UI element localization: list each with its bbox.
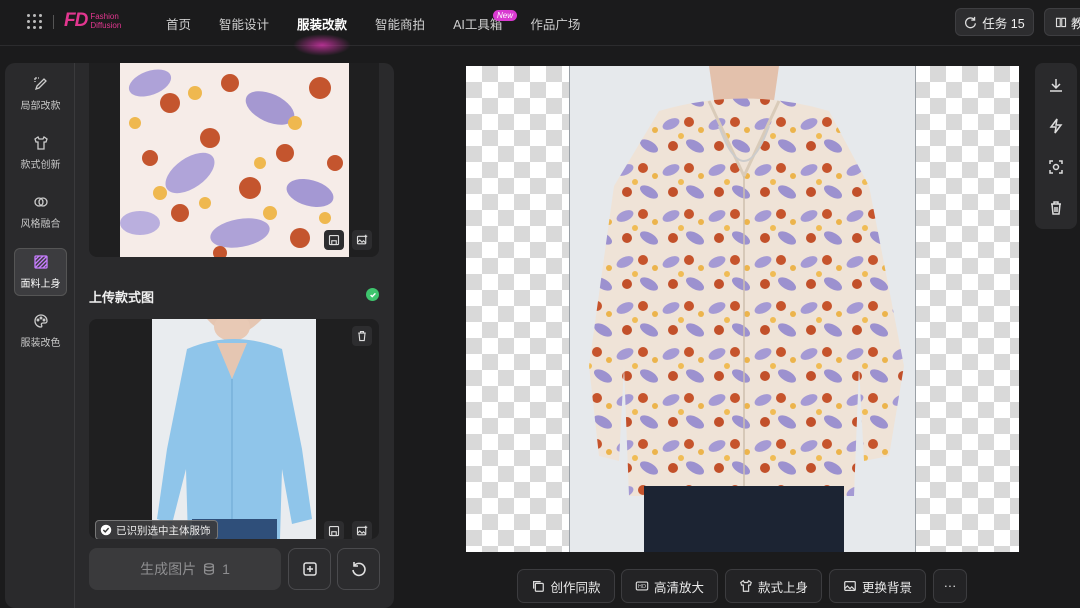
- tutorial-label: 教: [1071, 16, 1080, 31]
- replace-pattern-button[interactable]: [352, 230, 372, 250]
- logo-mark: FD: [64, 10, 88, 31]
- upload-style-title: 上传款式图: [89, 290, 155, 305]
- sidebar-item-label: 风格融合: [20, 219, 61, 230]
- nav-home[interactable]: 首页: [166, 14, 191, 33]
- style-try-on-label: 款式上身: [757, 580, 808, 595]
- batch-add-button[interactable]: [288, 548, 331, 590]
- shirt-icon: [740, 579, 752, 592]
- image-add-icon: [356, 234, 368, 245]
- blend-icon: [33, 197, 48, 207]
- checkbox-icon: [100, 524, 112, 536]
- add-layer-icon: [302, 562, 317, 576]
- nav-garment-restyle[interactable]: 服装改款: [293, 14, 352, 56]
- hd-upscale-button[interactable]: HD 高清放大: [621, 569, 718, 603]
- replace-style-button[interactable]: [352, 521, 372, 539]
- more-icon: ···: [943, 579, 957, 593]
- lightning-icon: [1049, 118, 1063, 134]
- task-button[interactable]: 任务 15: [955, 8, 1034, 36]
- result-canvas[interactable]: [466, 66, 1019, 552]
- check-icon: [366, 288, 379, 301]
- create-similar-label: 创作同款: [550, 580, 601, 595]
- left-panel: 局部改款 款式创新 风格融合 面料上身 服装改色 上传款式图 已识别选中主体服饰…: [5, 63, 394, 608]
- download-button[interactable]: [1046, 75, 1066, 95]
- apps-grid-icon[interactable]: [27, 14, 43, 30]
- divider: [53, 15, 54, 29]
- delete-style-button[interactable]: [352, 326, 372, 346]
- replace-background-label: 更换背景: [861, 580, 912, 595]
- image-add-icon: [356, 525, 368, 536]
- task-label: 任务 15: [982, 16, 1025, 31]
- logo[interactable]: FD Fashion Diffusion: [64, 10, 121, 32]
- sidebar-item-label: 局部改款: [20, 101, 61, 112]
- reset-button[interactable]: [337, 548, 380, 590]
- save-pattern-button[interactable]: [324, 230, 344, 250]
- detect-button[interactable]: [1046, 157, 1066, 177]
- sidebar-item-label: 面料上身: [20, 279, 61, 290]
- main-nav: 首页 智能设计 服装改款 智能商拍 AI工具箱 作品广场: [166, 0, 608, 56]
- sidebar-item-label: 款式创新: [20, 160, 61, 171]
- save-icon: [328, 234, 340, 246]
- edit-icon: [33, 77, 47, 91]
- recognized-subject-tag[interactable]: 已识别选中主体服饰: [95, 520, 218, 539]
- save-icon: [328, 525, 340, 537]
- canvas-toolbar: [1035, 63, 1077, 229]
- image-icon: [844, 581, 856, 591]
- tutorial-button[interactable]: 教: [1044, 8, 1080, 36]
- trash-icon: [358, 330, 366, 342]
- new-badge: New: [493, 10, 518, 21]
- floral-fabric-image[interactable]: [120, 63, 349, 257]
- logo-text: Fashion Diffusion: [90, 12, 122, 30]
- sidebar-item-style-fusion[interactable]: 风格融合: [14, 188, 67, 236]
- palette-icon: [33, 314, 48, 328]
- fabric-pattern-card: [89, 63, 379, 257]
- replace-background-button[interactable]: 更换背景: [829, 569, 926, 603]
- shirt-icon: [33, 136, 48, 150]
- hd-upscale-label: 高清放大: [653, 580, 704, 595]
- save-style-button[interactable]: [324, 521, 344, 539]
- style-try-on-button[interactable]: 款式上身: [725, 569, 822, 603]
- generate-button[interactable]: 生成图片 1: [89, 548, 281, 590]
- fabric-icon: [33, 255, 48, 269]
- floral-shirt-result-image[interactable]: [569, 66, 916, 552]
- generate-credits: 1: [222, 561, 230, 577]
- trash-icon: [1051, 201, 1061, 215]
- quick-action-button[interactable]: [1046, 116, 1066, 136]
- coin-stack-icon: [204, 563, 215, 575]
- nav-smart-design[interactable]: 智能设计: [219, 14, 269, 33]
- nav-gallery[interactable]: 作品广场: [530, 14, 580, 33]
- recognized-label: 已识别选中主体服饰: [116, 524, 211, 537]
- more-actions-button[interactable]: ···: [933, 569, 967, 603]
- svg-text:HD: HD: [638, 584, 646, 590]
- reset-icon: [351, 562, 366, 577]
- nav-smart-shoot[interactable]: 智能商拍: [375, 14, 425, 33]
- sidebar-item-local-edit[interactable]: 局部改款: [14, 70, 67, 118]
- hd-icon: HD: [635, 581, 649, 591]
- top-bar: FD Fashion Diffusion 首页 智能设计 服装改款 智能商拍 AI…: [0, 0, 1080, 56]
- tool-sidebar: 局部改款 款式创新 风格融合 面料上身 服装改色: [5, 63, 75, 608]
- create-similar-button[interactable]: 创作同款: [517, 569, 615, 603]
- book-icon: [1055, 17, 1067, 28]
- scan-icon: [1049, 160, 1063, 174]
- sidebar-item-recolor[interactable]: 服装改色: [14, 307, 67, 355]
- download-icon: [1050, 79, 1062, 92]
- copy-icon: [533, 581, 545, 592]
- style-image-card: 已识别选中主体服饰: [89, 319, 379, 539]
- sidebar-item-label: 服装改色: [20, 338, 61, 349]
- sidebar-item-style-innovation[interactable]: 款式创新: [14, 129, 67, 177]
- refresh-icon: [965, 16, 977, 28]
- sidebar-item-fabric-try-on[interactable]: 面料上身: [14, 248, 67, 296]
- blue-shirt-model-image[interactable]: [152, 319, 316, 539]
- generate-label: 生成图片: [140, 561, 197, 577]
- delete-result-button[interactable]: [1046, 198, 1066, 218]
